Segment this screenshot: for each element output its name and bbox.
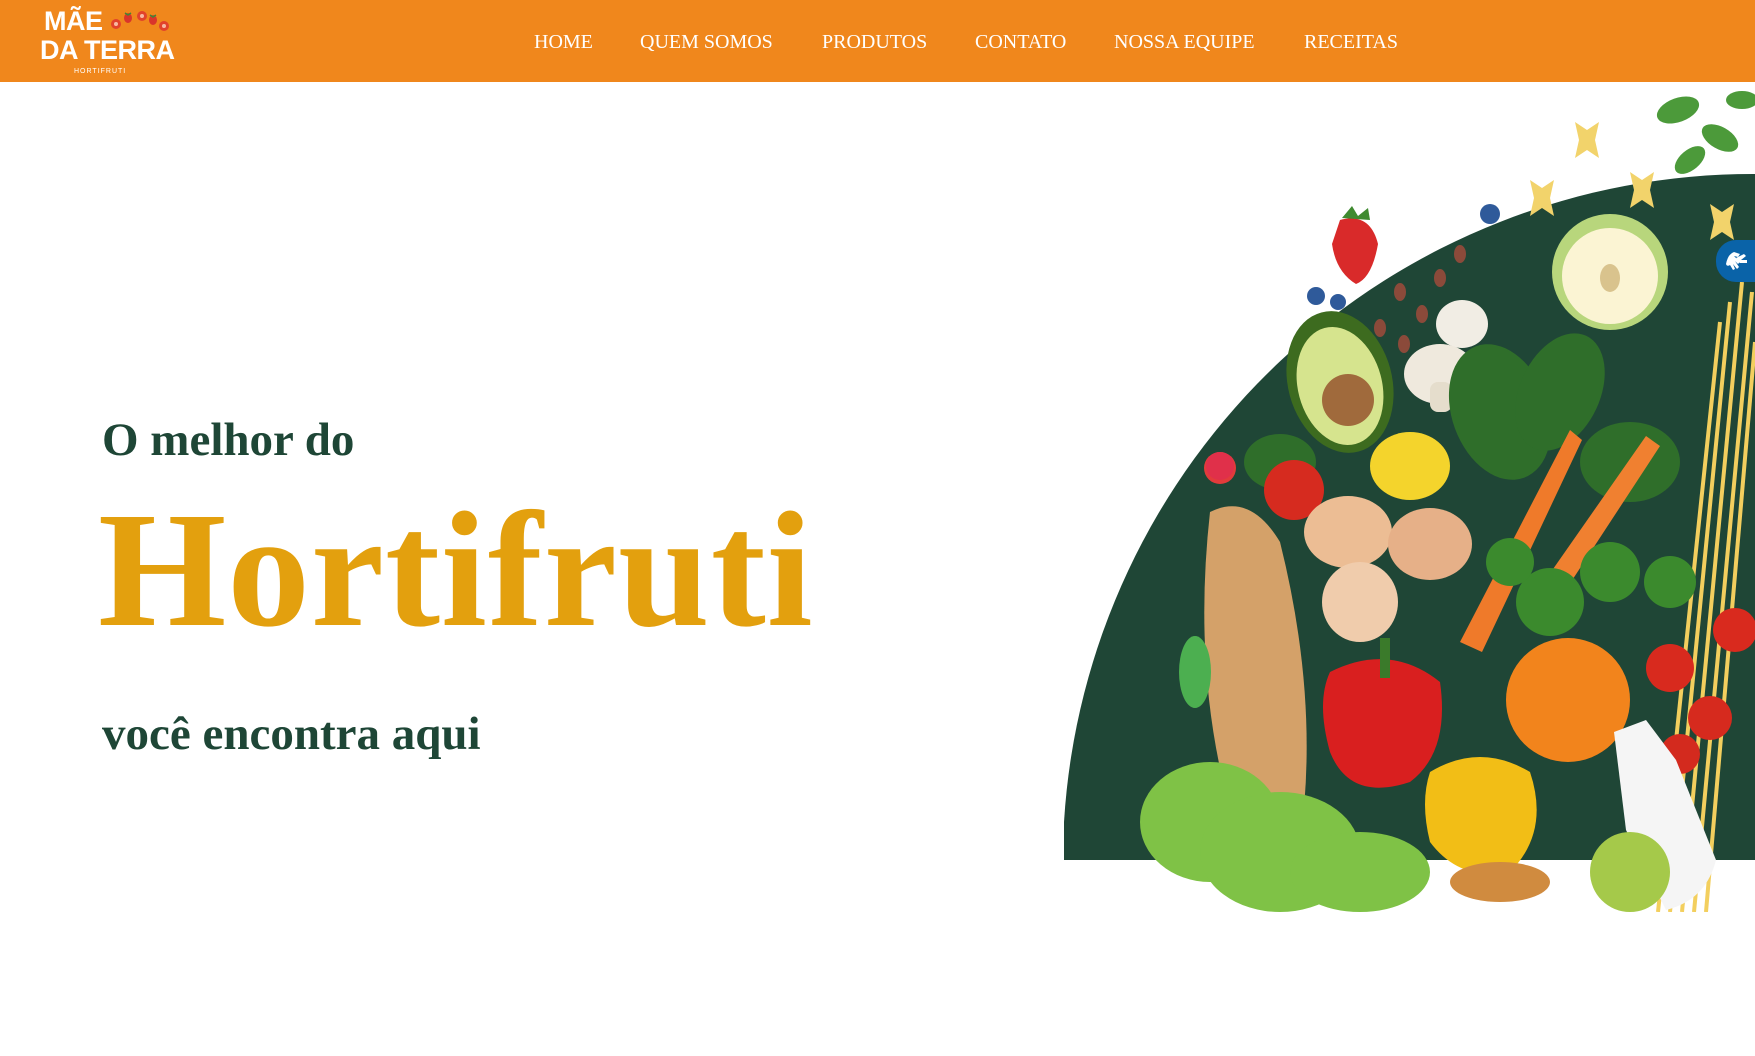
- sign-language-icon: [1726, 252, 1747, 270]
- hero-intro: O melhor do: [102, 414, 355, 466]
- page: MÃE DA TERRA HORTIFRUTI HOME QUEM SOMOS …: [0, 0, 1755, 1056]
- top-navbar: MÃE DA TERRA HORTIFRUTI HOME QUEM SOMOS …: [0, 0, 1755, 82]
- hero-headline: Hortifruti: [98, 478, 814, 661]
- nav-produtos[interactable]: PRODUTOS: [822, 30, 927, 54]
- groceries-illustration: [1064, 91, 1755, 912]
- nav-receitas[interactable]: RECEITAS: [1304, 30, 1398, 54]
- nav-contato[interactable]: CONTATO: [975, 30, 1066, 54]
- nav-nossa-equipe[interactable]: NOSSA EQUIPE: [1114, 30, 1255, 54]
- hero-tagline: você encontra aqui: [102, 708, 481, 760]
- nav-quem-somos[interactable]: QUEM SOMOS: [640, 30, 773, 54]
- accessibility-button[interactable]: [1716, 240, 1755, 282]
- main-nav: HOME QUEM SOMOS PRODUTOS CONTATO NOSSA E…: [0, 0, 1755, 82]
- nav-home[interactable]: HOME: [534, 30, 593, 54]
